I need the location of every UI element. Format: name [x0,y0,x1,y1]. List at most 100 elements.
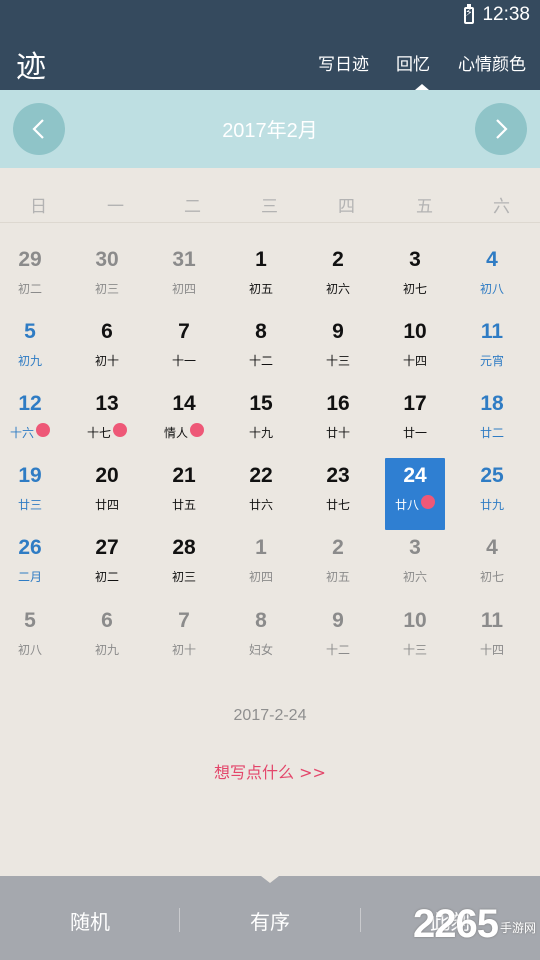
day-number: 6 [101,320,113,343]
calendar-day[interactable]: 19 廿三 [0,458,60,530]
lunar-date: 廿六 [248,498,273,512]
lunar-date: 初十 [94,354,119,368]
lunar-date: 十三 [325,354,350,368]
calendar-day[interactable]: 6 初十 [77,314,137,386]
watermark-logo: 2265 手游网 [413,900,536,948]
tab-memory[interactable]: 回忆 [396,50,430,75]
lunar-date: 初九 [94,643,119,657]
calendar-day[interactable]: 18 廿二 [462,386,522,458]
day-number: 4 [486,536,498,559]
calendar-day[interactable]: 13 十七 [77,386,137,458]
day-number: 28 [172,536,196,559]
lunar-date: 元宵 [479,354,504,368]
ordered-button[interactable]: 有序 [180,906,360,935]
day-number: 27 [95,536,119,559]
calendar-day[interactable]: 29 初二 [0,242,60,314]
lunar-date: 廿四 [94,498,119,512]
calendar-day[interactable]: 1 初四 [231,530,291,602]
day-number: 10 [403,320,427,343]
tab-mood-color[interactable]: 心情颜色 [458,50,526,75]
calendar-day[interactable]: 26 二月 [0,530,60,602]
calendar-day[interactable]: 10 十四 [385,314,445,386]
calendar-day[interactable]: 6 初九 [77,603,137,675]
lunar-date: 廿十 [325,426,350,440]
calendar-day[interactable]: 7 初十 [154,603,214,675]
lunar-date: 初十 [171,643,196,657]
lunar-date: 初八 [17,643,42,657]
calendar-day[interactable]: 2 初五 [308,530,368,602]
lunar-date: 初六 [402,570,427,584]
calendar-day[interactable]: 20 廿四 [77,458,137,530]
lunar-date: 初六 [325,282,350,296]
day-number: 5 [24,609,36,632]
calendar-day[interactable]: 3 初六 [385,530,445,602]
lunar-date: 初七 [402,282,427,296]
lunar-date: 廿三 [17,498,42,512]
lunar-date: 廿二 [479,426,504,440]
day-number: 8 [255,609,267,632]
lunar-date: 初八 [479,282,504,296]
calendar-day[interactable]: 30 初三 [77,242,137,314]
calendar-day[interactable]: 9 十二 [308,603,368,675]
day-number: 16 [326,392,350,415]
calendar-day[interactable]: 7 十一 [154,314,214,386]
calendar-day[interactable]: 5 初八 [0,603,60,675]
calendar-day[interactable]: 1 初五 [231,242,291,314]
calendar-day[interactable]: 2 初六 [308,242,368,314]
day-number: 1 [255,536,267,559]
watermark-suffix: 手游网 [499,920,536,935]
calendar-day[interactable]: 31 初四 [154,242,214,314]
calendar-day[interactable]: 23 廿七 [308,458,368,530]
next-month-button[interactable] [475,103,527,155]
day-number: 9 [332,609,344,632]
day-number: 31 [172,248,196,271]
calendar-day[interactable]: 11 十四 [462,603,522,675]
day-number: 24 [403,464,427,487]
status-time: 12:38 [482,4,530,25]
calendar-day[interactable]: 9 十三 [308,314,368,386]
calendar-day[interactable]: 22 廿六 [231,458,291,530]
calendar-day[interactable]: 4 初八 [462,242,522,314]
calendar-day[interactable]: 28 初三 [154,530,214,602]
lunar-date: 初二 [17,282,42,296]
entry-dot-icon [113,423,127,437]
lunar-date: 十二 [325,643,350,657]
month-title: 2017年2月 [222,120,318,142]
calendar-day[interactable]: 21 廿五 [154,458,214,530]
app-header: 迹 写日迹 回忆 心情颜色 [0,32,540,90]
random-button[interactable]: 随机 [0,906,180,935]
day-number: 29 [18,248,42,271]
calendar-day-selected[interactable]: 24 廿八 [385,458,445,530]
calendar-day[interactable]: 10 十三 [385,603,445,675]
calendar-day[interactable]: 4 初七 [462,530,522,602]
day-number: 2 [332,248,344,271]
calendar-day[interactable]: 27 初二 [77,530,137,602]
day-number: 7 [178,609,190,632]
weekday-label: 一 [107,197,124,217]
calendar-day[interactable]: 16 廿十 [308,386,368,458]
entry-dot-icon [190,423,204,437]
calendar-day[interactable]: 17 廿一 [385,386,445,458]
app-logo: 迹 [16,50,46,85]
lunar-date: 初五 [325,570,350,584]
day-number: 15 [249,392,273,415]
calendar-day[interactable]: 25 廿九 [462,458,522,530]
day-number: 3 [409,248,421,271]
calendar-day[interactable]: 14 情人 [154,386,214,458]
calendar-day[interactable]: 8 十二 [231,314,291,386]
lunar-date: 十二 [248,354,273,368]
day-number: 11 [480,320,504,343]
tab-write-diary[interactable]: 写日迹 [318,50,369,75]
write-entry-link[interactable]: 想写点什么 >> [0,759,540,783]
calendar-day[interactable]: 11 元宵 [462,314,522,386]
day-number: 2 [332,536,344,559]
calendar-day[interactable]: 3 初七 [385,242,445,314]
lunar-date: 廿一 [402,426,427,440]
calendar-day[interactable]: 12 十六 [0,386,60,458]
day-number: 18 [480,392,504,415]
calendar-day[interactable]: 8 妇女 [231,603,291,675]
lunar-date: 初四 [171,282,196,296]
lunar-date: 廿七 [325,498,350,512]
calendar-day[interactable]: 5 初九 [0,314,60,386]
calendar-day[interactable]: 15 十九 [231,386,291,458]
